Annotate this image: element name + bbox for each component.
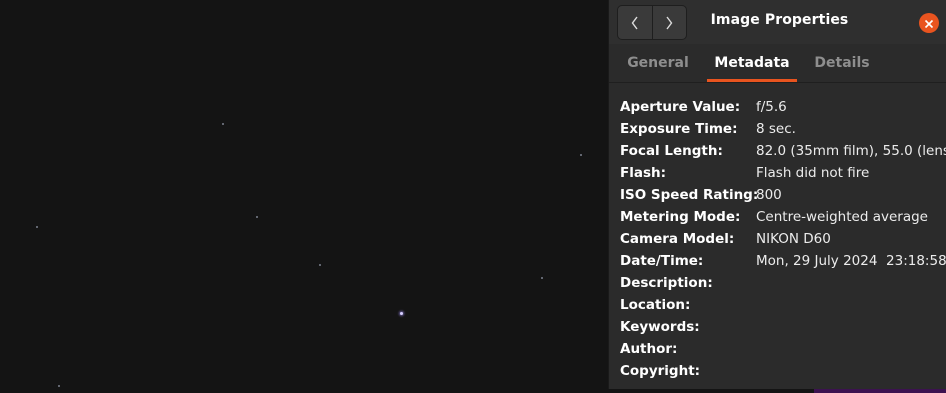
metadata-label: Focal Length: xyxy=(620,143,723,159)
metadata-label: Aperture Value: xyxy=(620,99,741,115)
star xyxy=(400,312,403,315)
metadata-value: NIKON D60 xyxy=(756,231,831,247)
star xyxy=(222,123,224,125)
metadata-list: Aperture Value: f/5.6 Exposure Time: 8 s… xyxy=(620,96,946,382)
tab-details[interactable]: Details xyxy=(807,55,877,71)
metadata-row-aperture: Aperture Value: f/5.6 xyxy=(620,96,945,118)
dialog-title: Image Properties xyxy=(710,12,849,28)
metadata-label: Camera Model: xyxy=(620,231,735,247)
star xyxy=(58,385,60,387)
metadata-value: 8 sec. xyxy=(756,121,796,137)
metadata-label: Copyright: xyxy=(620,363,701,379)
active-tab-indicator xyxy=(707,79,797,82)
metadata-value: f/5.6 xyxy=(756,99,787,115)
metadata-value: 82.0 (35mm film), 55.0 (lens) xyxy=(756,143,946,159)
star xyxy=(580,154,582,156)
metadata-label: Metering Mode: xyxy=(620,209,741,225)
metadata-row-iso: ISO Speed Rating: 800 xyxy=(620,184,945,206)
metadata-label: Author: xyxy=(620,341,678,357)
metadata-row-date-time: Date/Time: Mon, 29 July 2024 23:18:58 xyxy=(620,250,946,272)
star xyxy=(541,277,543,279)
metadata-row-description: Description: xyxy=(620,272,945,294)
metadata-row-metering-mode: Metering Mode: Centre-weighted average xyxy=(620,206,945,228)
metadata-value: Centre-weighted average xyxy=(756,209,928,225)
chevron-right-icon xyxy=(664,15,674,31)
metadata-row-camera-model: Camera Model: NIKON D60 xyxy=(620,228,945,250)
metadata-row-keywords: Keywords: xyxy=(620,316,945,338)
tab-metadata[interactable]: Metadata xyxy=(707,55,797,71)
metadata-row-author: Author: xyxy=(620,338,945,360)
previous-image-button[interactable] xyxy=(618,6,652,39)
image-properties-dialog: Image Properties General Metadata Detail… xyxy=(608,0,946,389)
metadata-label: Exposure Time: xyxy=(620,121,738,137)
tab-general[interactable]: General xyxy=(623,55,693,71)
metadata-value: Mon, 29 July 2024 23:18:58 xyxy=(756,253,946,269)
star xyxy=(36,226,38,228)
metadata-row-location: Location: xyxy=(620,294,945,316)
metadata-label: Date/Time: xyxy=(620,253,704,269)
metadata-label: Description: xyxy=(620,275,713,291)
star xyxy=(256,216,258,218)
metadata-row-exposure-time: Exposure Time: 8 sec. xyxy=(620,118,945,140)
close-icon xyxy=(924,14,934,33)
close-button[interactable] xyxy=(919,13,939,33)
dialog-headerbar: Image Properties xyxy=(609,0,946,44)
metadata-label: Keywords: xyxy=(620,319,700,335)
image-viewer: Image Properties General Metadata Detail… xyxy=(0,0,946,393)
metadata-value: 800 xyxy=(756,187,782,203)
metadata-row-flash: Flash: Flash did not fire xyxy=(620,162,945,184)
next-image-button[interactable] xyxy=(651,6,687,39)
chevron-left-icon xyxy=(630,15,640,31)
metadata-row-copyright: Copyright: xyxy=(620,360,945,382)
background-window-edge xyxy=(814,389,946,393)
metadata-label: Location: xyxy=(620,297,691,313)
navigation-button-group xyxy=(617,5,687,40)
metadata-row-focal-length: Focal Length: 82.0 (35mm film), 55.0 (le… xyxy=(620,140,946,162)
star xyxy=(319,264,321,266)
metadata-label: ISO Speed Rating: xyxy=(620,187,759,203)
metadata-label: Flash: xyxy=(620,165,667,181)
tab-bar: General Metadata Details xyxy=(609,44,946,83)
metadata-value: Flash did not fire xyxy=(756,165,870,181)
